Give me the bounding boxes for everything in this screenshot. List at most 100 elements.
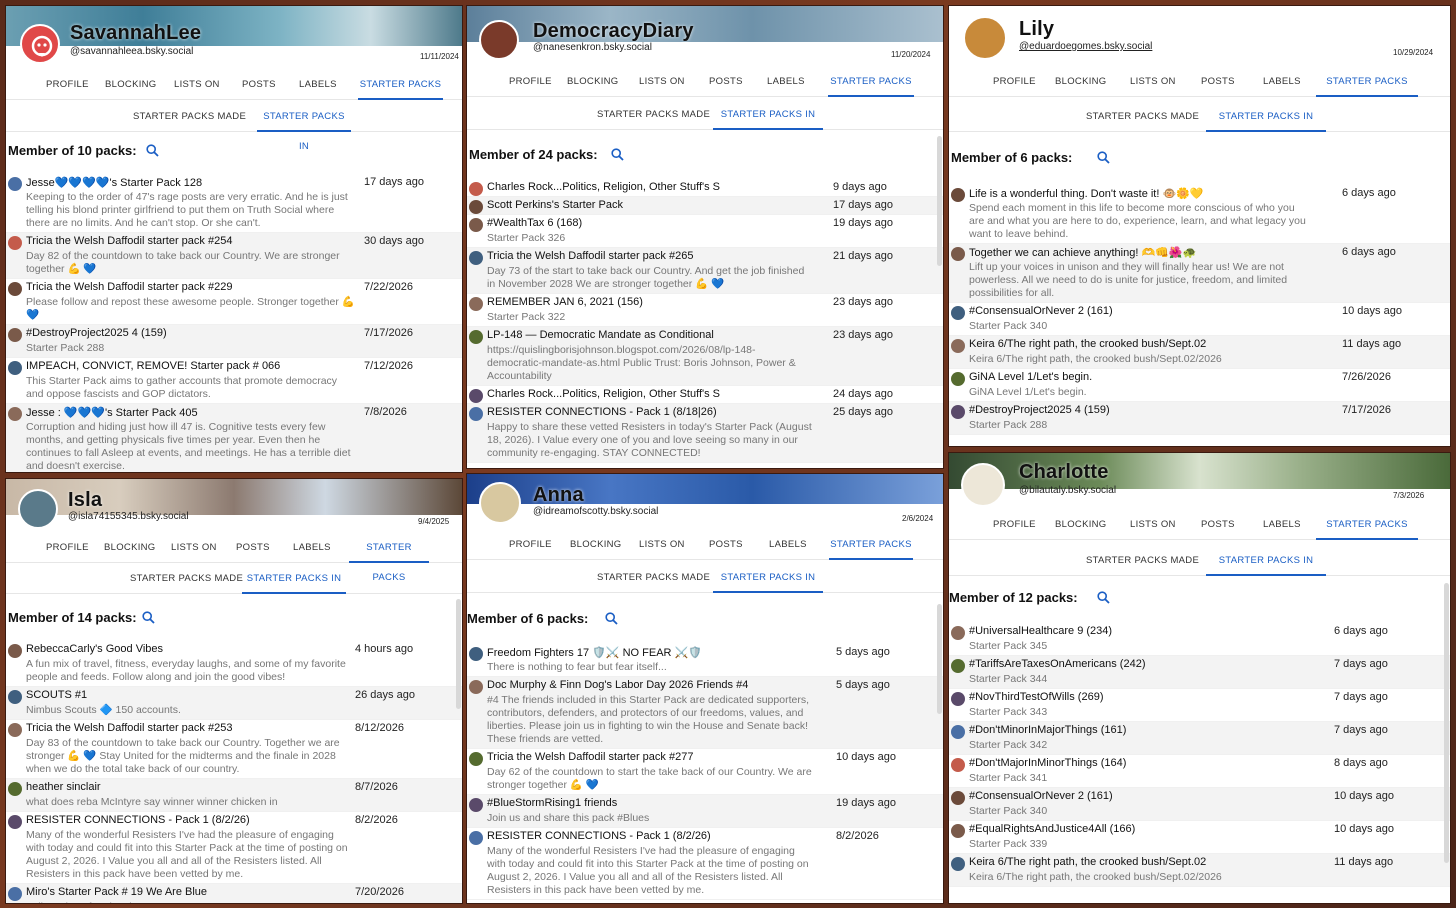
scrollbar[interactable] xyxy=(937,604,942,714)
starter-pack-row[interactable]: #NovThirdTestOfWills (269) 7 days ago Star… xyxy=(949,689,1450,722)
tab-posts[interactable]: POSTS xyxy=(709,67,743,97)
starter-pack-row[interactable]: Jesse : 💙💙💙's Starter Pack 405 7/8/2026 Co… xyxy=(6,404,462,472)
subtab-starter-packs-made[interactable]: STARTER PACKS MADE xyxy=(597,100,710,130)
profile-avatar[interactable] xyxy=(961,463,1005,507)
subtab-starter-packs-in[interactable]: STARTER PACKS IN xyxy=(1206,102,1326,132)
starter-pack-row[interactable]: #BlueStormRising1 friends 19 days ago Join… xyxy=(467,795,943,828)
starter-pack-row[interactable]: Jesse💙💙💙💙's Starter Pack 128 17 days ago K… xyxy=(6,174,462,233)
tab-labels[interactable]: LABELS xyxy=(767,67,805,97)
starter-pack-row[interactable]: LP-148 — Democratic Mandate as Condition… xyxy=(467,327,943,386)
profile-avatar[interactable] xyxy=(479,20,519,60)
starter-pack-row[interactable]: #ConsensualOrNever 2 (161) 10 days ago Sta… xyxy=(949,788,1450,821)
starter-pack-row[interactable]: #DestroyProject2025 4 (159) 7/17/2026 Star… xyxy=(6,325,462,358)
tab-blocking[interactable]: BLOCKING xyxy=(567,67,619,97)
tab-lists-on[interactable]: LISTS ON xyxy=(174,70,220,100)
tab-starter-packs[interactable]: STARTER PACKS xyxy=(1316,67,1418,97)
starter-pack-row[interactable]: Charles Rock...Politics, Religion, Other… xyxy=(467,386,943,404)
subtab-starter-packs-in[interactable]: STARTER PACKS IN xyxy=(257,102,351,152)
starter-pack-row[interactable]: Tricia the Welsh Daffodil starter pack #… xyxy=(6,720,462,779)
tab-profile[interactable]: PROFILE xyxy=(46,533,89,563)
starter-pack-row[interactable]: REMEMBER JAN 6, 2021 (156) 23 days ago Sta… xyxy=(467,294,943,327)
tab-blocking[interactable]: BLOCKING xyxy=(105,70,157,100)
subtab-starter-packs-in[interactable]: STARTER PACKS IN xyxy=(1206,546,1326,576)
starter-pack-row[interactable]: Together we can achieve anything! 🫶👊🌺🐢 6 … xyxy=(949,244,1450,303)
subtab-starter-packs-made[interactable]: STARTER PACKS MADE xyxy=(130,564,243,594)
tab-lists-on[interactable]: LISTS ON xyxy=(171,533,217,563)
tab-profile[interactable]: PROFILE xyxy=(509,530,552,560)
tab-profile[interactable]: PROFILE xyxy=(46,70,89,100)
starter-pack-row[interactable]: #ConsensualOrNever 2 (161) 10 days ago Sta… xyxy=(949,303,1450,336)
subtab-starter-packs-made[interactable]: STARTER PACKS MADE xyxy=(133,102,246,132)
tab-blocking[interactable]: BLOCKING xyxy=(1055,67,1107,97)
tab-labels[interactable]: LABELS xyxy=(1263,67,1301,97)
profile-handle[interactable]: @eduardoegomes.bsky.social xyxy=(1019,41,1152,52)
starter-pack-row[interactable]: RESISTER CONNECTIONS - Pack 1 (8/2/26) 8/… xyxy=(467,828,943,900)
tab-posts[interactable]: POSTS xyxy=(236,533,270,563)
tab-lists-on[interactable]: LISTS ON xyxy=(1130,67,1176,97)
tab-starter-packs[interactable]: STARTER PACKS xyxy=(349,533,429,583)
starter-pack-row[interactable]: RESISTER CONNECTIONS - Pack 1 (8/2/26) 8/… xyxy=(6,812,462,884)
profile-avatar[interactable] xyxy=(18,489,58,529)
tab-posts[interactable]: POSTS xyxy=(709,530,743,560)
profile-avatar[interactable] xyxy=(479,482,521,524)
search-icon[interactable] xyxy=(1097,591,1110,604)
scrollbar[interactable] xyxy=(1444,583,1449,863)
starter-pack-row[interactable]: #Don'tMinorInMajorThings (161) 7 days ago… xyxy=(949,722,1450,755)
starter-pack-row[interactable]: RESISTER CONNECTIONS - Pack 1 (8/18|26) 2… xyxy=(467,404,943,463)
starter-pack-row[interactable]: #EqualRightsAndJustice4All (166) 10 days … xyxy=(949,821,1450,854)
tab-starter-packs[interactable]: STARTER PACKS xyxy=(829,530,913,560)
tab-starter-packs[interactable]: STARTER PACKS xyxy=(1316,510,1418,540)
starter-pack-row[interactable]: Tricia the Welsh Daffodil starter pack #… xyxy=(6,279,462,325)
tab-starter-packs[interactable]: STARTER PACKS xyxy=(828,67,914,97)
starter-pack-row[interactable]: #DestroyProject2025 4 (159) 7/17/2026 Star… xyxy=(949,402,1450,435)
profile-avatar[interactable] xyxy=(20,24,60,64)
starter-pack-row[interactable]: #WealthTax 6 (168) 19 days ago Starter Pac… xyxy=(467,215,943,248)
starter-pack-row[interactable]: Doc Murphy & Finn Dog's Labor Day 2026 F… xyxy=(467,677,943,749)
tab-labels[interactable]: LABELS xyxy=(769,530,807,560)
subtab-starter-packs-made[interactable]: STARTER PACKS MADE xyxy=(1086,546,1199,576)
starter-pack-row[interactable]: heather sinclair 8/7/2026 what does reba M… xyxy=(6,779,462,812)
starter-pack-row[interactable]: Scott Perkins's Starter Pack 17 days ago xyxy=(467,197,943,215)
search-icon[interactable] xyxy=(142,611,155,624)
profile-handle[interactable]: @isla74155345.bsky.social xyxy=(68,511,189,522)
starter-pack-row[interactable]: #UniversalHealthcare 9 (234) 6 days ago St… xyxy=(949,623,1450,656)
starter-pack-row[interactable]: Tricia the Welsh Daffodil starter pack #… xyxy=(6,233,462,279)
search-icon[interactable] xyxy=(1097,151,1110,164)
profile-avatar[interactable] xyxy=(963,16,1007,60)
starter-pack-row[interactable]: #TariffsAreTaxesOnAmericans (242) 7 days … xyxy=(949,656,1450,689)
starter-pack-row[interactable]: Keira 6/The right path, the crooked bush… xyxy=(949,854,1450,887)
subtab-starter-packs-in[interactable]: STARTER PACKS IN xyxy=(713,563,823,593)
profile-handle[interactable]: @idreamofscotty.bsky.social xyxy=(533,506,658,517)
tab-labels[interactable]: LABELS xyxy=(299,70,337,100)
profile-handle[interactable]: @bilautaly.bsky.social xyxy=(1019,485,1116,496)
profile-handle[interactable]: @savannahleea.bsky.social xyxy=(70,46,193,57)
profile-handle[interactable]: @nanesenkron.bsky.social xyxy=(533,42,652,53)
tab-posts[interactable]: POSTS xyxy=(1201,510,1235,540)
starter-pack-row[interactable]: SCOUTS #1 26 days ago Nimbus Scouts 🔷 150 … xyxy=(6,687,462,720)
tab-profile[interactable]: PROFILE xyxy=(993,67,1036,97)
search-icon[interactable] xyxy=(611,148,624,161)
starter-pack-row[interactable]: IMPEACH, CONVICT, REMOVE! Starter pack #… xyxy=(6,358,462,404)
tab-lists-on[interactable]: LISTS ON xyxy=(639,67,685,97)
starter-pack-row[interactable]: Miro's Starter Pack # 19 We Are Blue 7/20… xyxy=(6,884,462,903)
starter-pack-row[interactable]: RebeccaCarly's Good Vibes 4 hours ago A fu… xyxy=(6,641,462,687)
starter-pack-row[interactable]: GiNA Level 1/Let's begin. 7/26/2026 GiNA L… xyxy=(949,369,1450,402)
search-icon[interactable] xyxy=(605,612,618,625)
tab-labels[interactable]: LABELS xyxy=(293,533,331,563)
subtab-starter-packs-in[interactable]: STARTER PACKS IN xyxy=(713,100,823,130)
subtab-starter-packs-made[interactable]: STARTER PACKS MADE xyxy=(597,563,710,593)
tab-starter-packs[interactable]: STARTER PACKS xyxy=(358,70,443,100)
tab-posts[interactable]: POSTS xyxy=(242,70,276,100)
tab-lists-on[interactable]: LISTS ON xyxy=(1130,510,1176,540)
starter-pack-row[interactable]: Charles Rock...Politics, Religion, Other… xyxy=(467,179,943,197)
tab-blocking[interactable]: BLOCKING xyxy=(1055,510,1107,540)
tab-blocking[interactable]: BLOCKING xyxy=(570,530,622,560)
tab-profile[interactable]: PROFILE xyxy=(509,67,552,97)
scrollbar[interactable] xyxy=(937,136,942,266)
scrollbar[interactable] xyxy=(456,599,461,709)
tab-posts[interactable]: POSTS xyxy=(1201,67,1235,97)
starter-pack-row[interactable]: #Don'tMajorInMinorThings (164) 8 days ago… xyxy=(949,755,1450,788)
search-icon[interactable] xyxy=(146,144,159,157)
starter-pack-row[interactable]: Life is a wonderful thing. Don't waste i… xyxy=(949,185,1450,244)
subtab-starter-packs-made[interactable]: STARTER PACKS MADE xyxy=(1086,102,1199,132)
